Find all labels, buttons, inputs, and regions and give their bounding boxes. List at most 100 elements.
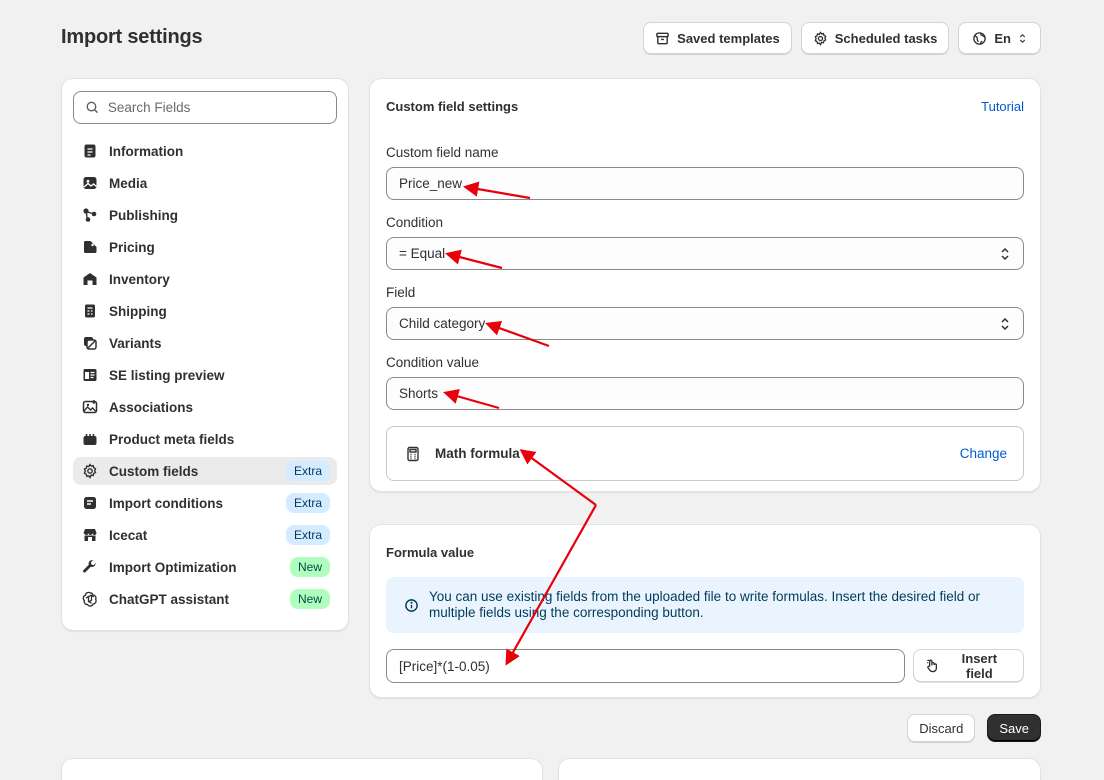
- custom-field-settings-card: Custom field settings Tutorial Custom fi…: [369, 78, 1041, 492]
- saved-templates-button[interactable]: Saved templates: [643, 22, 792, 54]
- formula-value-card: Formula value You can use existing field…: [369, 524, 1041, 698]
- sidebar-item-information[interactable]: Information: [73, 137, 337, 165]
- gear-icon: [814, 30, 827, 46]
- bottom-card-right: [558, 758, 1041, 780]
- sidebar-item-label: SE listing preview: [109, 367, 225, 383]
- language-selector[interactable]: En: [958, 22, 1041, 54]
- condition-value-label: Condition value: [386, 355, 480, 370]
- information-icon: [82, 143, 98, 159]
- insert-field-button[interactable]: Insert field: [912, 649, 1024, 682]
- sidebar-item-variants[interactable]: Variants: [73, 329, 337, 357]
- sidebar-item-media[interactable]: Media: [73, 169, 337, 197]
- formula-type-box: Math formula Change: [386, 426, 1024, 481]
- page-title: Import settings: [61, 26, 203, 48]
- price-tag-icon: [82, 239, 98, 255]
- chevron-updown-icon: [1019, 33, 1026, 43]
- calculator-icon: [407, 446, 419, 461]
- sidebar-item-publishing[interactable]: Publishing: [73, 201, 337, 229]
- sidebar-item-associations[interactable]: Associations: [73, 393, 337, 421]
- publishing-icon: [82, 207, 98, 223]
- custom-field-name-input[interactable]: Price_new: [386, 167, 1024, 200]
- sidebar-item-label: Icecat: [109, 527, 148, 543]
- chevron-updown-icon: [1001, 317, 1009, 330]
- status-badge: Extra: [285, 525, 330, 545]
- custom-field-name-value: Price_new: [399, 176, 463, 191]
- field-value: Child category: [399, 316, 486, 331]
- condition-select[interactable]: = Equal: [386, 237, 1024, 270]
- sidebar-item-label: Variants: [109, 335, 162, 351]
- sidebar-item-label: Shipping: [109, 303, 167, 319]
- condition-value-input[interactable]: Shorts: [386, 377, 1024, 410]
- change-link[interactable]: Change: [960, 446, 1007, 461]
- sidebar-item-inventory[interactable]: Inventory: [73, 265, 337, 293]
- info-banner: You can use existing fields from the upl…: [386, 577, 1024, 633]
- sidebar-item-se-listing-preview[interactable]: SE listing preview: [73, 361, 337, 389]
- info-icon: [405, 599, 418, 612]
- sidebar-item-label: Product meta fields: [109, 431, 235, 447]
- search-box[interactable]: [73, 91, 337, 124]
- sidebar-item-import-optimization[interactable]: Import Optimization New: [73, 553, 337, 581]
- status-badge: Extra: [285, 461, 330, 481]
- associations-icon: [82, 399, 98, 415]
- condition-label: Condition: [386, 215, 444, 230]
- formula-input[interactable]: [Price]*(1-0.05): [386, 649, 905, 683]
- field-select[interactable]: Child category: [386, 307, 1024, 340]
- sidebar-item-label: Import conditions: [109, 495, 223, 511]
- chevron-updown-icon: [1001, 247, 1009, 260]
- status-badge: Extra: [285, 493, 330, 513]
- sidebar-item-custom-fields[interactable]: Custom fields Extra: [73, 457, 337, 485]
- sidebar-item-label: Media: [109, 175, 148, 191]
- globe-icon: [973, 31, 987, 45]
- sidebar-item-import-conditions[interactable]: Import conditions Extra: [73, 489, 337, 517]
- listing-preview-icon: [82, 367, 98, 383]
- sidebar-item-label: Publishing: [109, 207, 178, 223]
- insert-field-label: Insert field: [961, 650, 998, 681]
- wrench-icon: [82, 559, 98, 575]
- sidebar-item-label: Information: [109, 143, 184, 159]
- sidebar-item-label: Custom fields: [109, 463, 199, 479]
- conditions-icon: [82, 495, 98, 511]
- language-label: En: [994, 30, 1011, 46]
- custom-field-name-label: Custom field name: [386, 145, 499, 160]
- status-badge: New: [289, 589, 330, 609]
- bottom-card-left: [61, 758, 543, 780]
- formula-type-title: Math formula: [435, 446, 520, 461]
- insert-icon: [927, 659, 937, 673]
- sidebar-item-chatgpt-assistant[interactable]: ChatGPT assistant New: [73, 585, 337, 613]
- condition-value: = Equal: [399, 246, 446, 261]
- condition-value-text: Shorts: [399, 386, 439, 401]
- sidebar-item-label: Associations: [109, 399, 194, 415]
- sidebar-item-label: Import Optimization: [109, 559, 237, 575]
- info-text: You can use existing fields from the upl…: [429, 589, 981, 620]
- sidebar-item-pricing[interactable]: Pricing: [73, 233, 337, 261]
- sidebar-item-product-meta-fields[interactable]: Product meta fields: [73, 425, 337, 453]
- top-actions: Saved templates Scheduled tasks En: [643, 22, 1041, 54]
- archive-icon: [656, 32, 669, 44]
- meta-fields-icon: [82, 431, 98, 447]
- field-label: Field: [386, 285, 416, 300]
- sidebar-nav: Information Media Publishing Pricing Invento…: [73, 137, 337, 613]
- status-badge: New: [289, 557, 330, 577]
- footer-actions: Discard Save: [907, 714, 1041, 742]
- sidebar-item-icecat[interactable]: Icecat Extra: [73, 521, 337, 549]
- sidebar-item-label: Inventory: [109, 271, 170, 287]
- sidebar-item-label: Pricing: [109, 239, 155, 255]
- store-icon: [82, 527, 98, 543]
- save-button[interactable]: Save: [987, 714, 1041, 742]
- scheduled-tasks-button[interactable]: Scheduled tasks: [800, 22, 950, 54]
- variants-icon: [82, 335, 98, 351]
- fields-sidebar: Information Media Publishing Pricing Invento…: [61, 78, 349, 631]
- search-icon: [86, 101, 98, 114]
- discard-button[interactable]: Discard: [907, 714, 976, 742]
- shipping-icon: [82, 303, 98, 319]
- saved-templates-label: Saved templates: [677, 30, 780, 46]
- sidebar-item-label: ChatGPT assistant: [109, 591, 230, 607]
- formula-value: [Price]*(1-0.05): [399, 658, 490, 674]
- sidebar-item-shipping[interactable]: Shipping: [73, 297, 337, 325]
- card-title: Custom field settings: [386, 98, 519, 114]
- image-icon: [82, 175, 98, 191]
- tutorial-link[interactable]: Tutorial: [981, 99, 1024, 114]
- warehouse-icon: [82, 271, 98, 287]
- search-input[interactable]: [107, 100, 325, 115]
- chatgpt-icon: [82, 591, 98, 607]
